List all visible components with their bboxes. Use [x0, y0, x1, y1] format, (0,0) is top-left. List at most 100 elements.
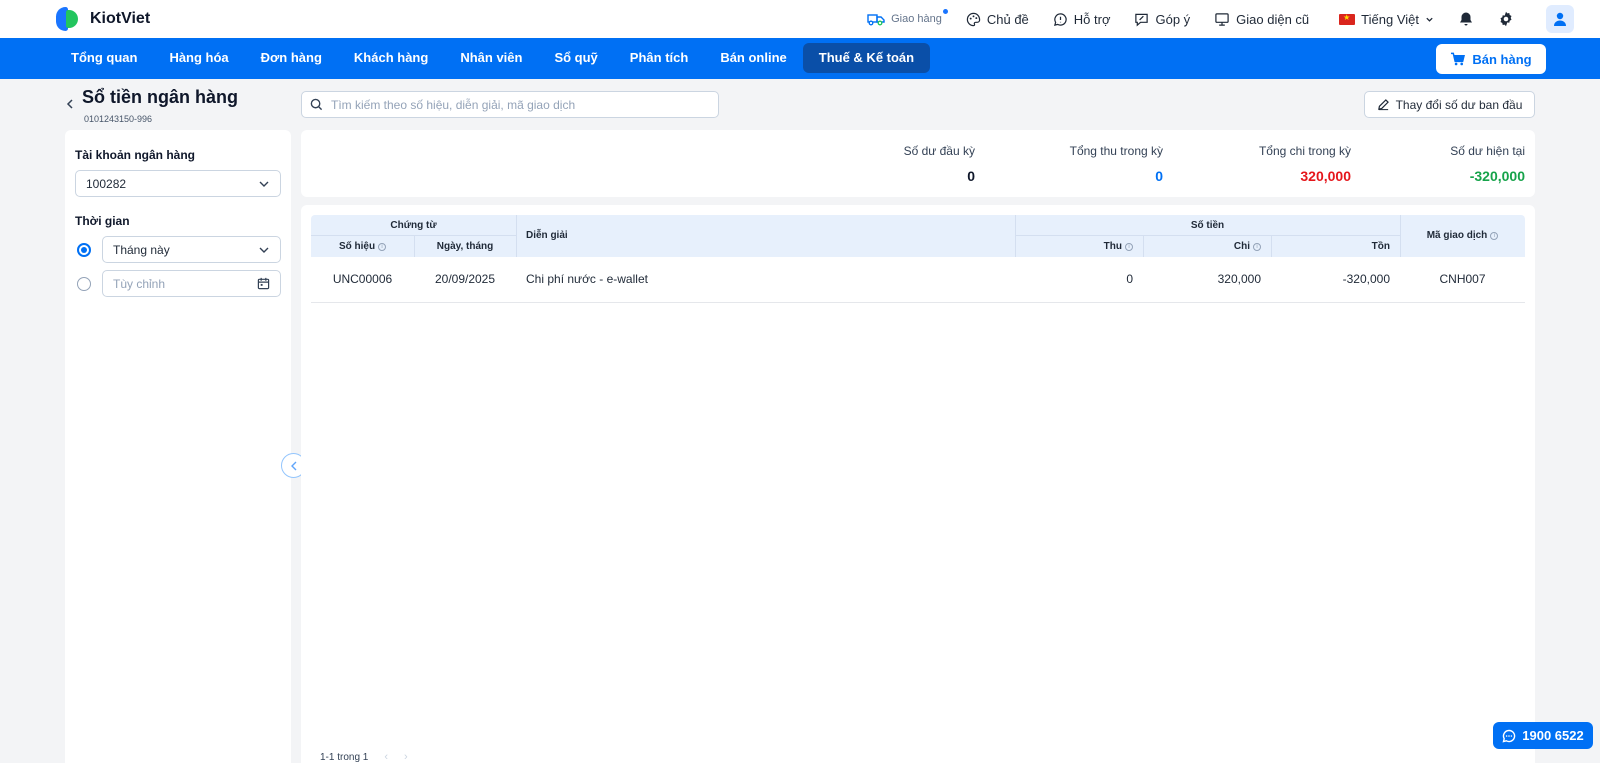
- chevron-down-icon: [1426, 17, 1433, 22]
- header-number[interactable]: Số hiệu i: [311, 241, 414, 252]
- bank-account-label: Tài khoản ngân hàng: [75, 148, 196, 162]
- sell-button[interactable]: Bán hàng: [1436, 44, 1546, 74]
- pencil-icon: [1377, 99, 1389, 111]
- notifications-button[interactable]: [1458, 11, 1474, 27]
- divider: [1015, 235, 1400, 236]
- chevron-left-icon: [66, 99, 73, 109]
- cell-income: 0: [1126, 272, 1133, 286]
- pagination-info: 1-1 trong 1: [320, 751, 369, 763]
- language-selector[interactable]: Tiếng Việt: [1339, 12, 1434, 27]
- search-input[interactable]: [331, 97, 711, 112]
- bank-account-value: 100282: [86, 176, 127, 191]
- page-title: Sổ tiền ngân hàng: [82, 87, 238, 107]
- vietnam-flag-icon: [1339, 13, 1356, 25]
- chat-bubble-icon: [1053, 12, 1067, 26]
- period-income-label: Tổng thu trong kỳ: [1069, 144, 1163, 158]
- feedback-link[interactable]: Góp ý: [1134, 12, 1190, 27]
- language-label: Tiếng Việt: [1361, 11, 1419, 27]
- bank-account-select[interactable]: 100282: [75, 170, 281, 197]
- cell-description: Chi phí nước - e-wallet: [526, 272, 648, 286]
- logo[interactable]: KiotViet: [54, 5, 150, 33]
- custom-time-radio[interactable]: [77, 277, 91, 291]
- support-link[interactable]: Hỗ trợ: [1053, 12, 1110, 27]
- monitor-icon: [1215, 12, 1229, 26]
- nav-cashbook[interactable]: Sổ quỹ: [538, 43, 613, 73]
- nav-analytics[interactable]: Phân tích: [614, 43, 705, 73]
- change-opening-balance-label: Thay đổi số dư ban đầu: [1395, 97, 1523, 112]
- logo-icon: [54, 5, 84, 33]
- settings-button[interactable]: [1498, 11, 1514, 27]
- gear-icon: [1500, 11, 1512, 27]
- period-expense: Tổng chi trong kỳ 320,000: [1259, 144, 1351, 184]
- current-balance-value: -320,000: [1469, 168, 1525, 184]
- pagination: 1-1 trong 1 ‹ ›: [320, 751, 408, 763]
- header-balance: Tồn: [1371, 241, 1390, 252]
- search-icon: [310, 98, 323, 111]
- custom-date-input[interactable]: Tùy chỉnh: [102, 270, 281, 297]
- feedback-icon: [1135, 13, 1149, 26]
- info-icon: i: [1253, 242, 1261, 251]
- divider: [311, 235, 516, 236]
- info-icon: i: [1125, 242, 1133, 251]
- summary-card: Số dư đầu kỳ 0 Tổng thu trong kỳ 0 Tổng …: [301, 130, 1535, 197]
- nav-tax-accounting[interactable]: Thuế & Kế toán: [802, 43, 931, 73]
- old-ui-link[interactable]: Giao diện cũ: [1214, 12, 1309, 27]
- main-nav: Tổng quan Hàng hóa Đơn hàng Khách hàng N…: [0, 38, 1600, 79]
- user-avatar[interactable]: [1546, 5, 1574, 33]
- header-income[interactable]: Thu i: [1015, 241, 1143, 252]
- prev-page-icon[interactable]: ‹: [384, 751, 388, 763]
- info-icon: i: [1490, 231, 1499, 240]
- bell-icon: [1460, 12, 1472, 26]
- chevron-left-icon: [290, 461, 296, 470]
- hotline-number: 1900 6522: [1522, 728, 1584, 743]
- nav-orders[interactable]: Đơn hàng: [245, 43, 338, 73]
- time-preset-value: Tháng này: [113, 242, 170, 257]
- period-income: Tổng thu trong kỳ 0: [1070, 144, 1163, 184]
- nav-employees[interactable]: Nhân viên: [444, 43, 538, 73]
- period-expense-value: 320,000: [1300, 168, 1351, 184]
- nav-customers[interactable]: Khách hàng: [338, 43, 444, 73]
- change-opening-balance-button[interactable]: Thay đổi số dư ban đầu: [1364, 91, 1535, 118]
- table-row[interactable]: UNC00006 20/09/2025 Chi phí nước - e-wal…: [311, 257, 1525, 303]
- delivery-link[interactable]: Giao hàng: [867, 9, 948, 26]
- hotline-button[interactable]: 1900 6522: [1493, 722, 1593, 749]
- delivery-truck-icon: [867, 14, 885, 26]
- nav-online-sales[interactable]: Bán online: [704, 43, 802, 73]
- old-ui-label: Giao diện cũ: [1236, 11, 1310, 27]
- page-subtitle: 0101243150-996: [84, 114, 153, 124]
- next-page-icon[interactable]: ›: [404, 751, 408, 763]
- nav-overview[interactable]: Tổng quan: [55, 43, 153, 73]
- info-icon: i: [378, 242, 387, 251]
- filter-sidebar: Tài khoản ngân hàng 100282 Thời gian Thá…: [65, 130, 291, 763]
- back-button[interactable]: [66, 96, 74, 112]
- cell-number: UNC00006: [332, 272, 393, 286]
- time-preset-radio[interactable]: [77, 243, 91, 257]
- feedback-label: Góp ý: [1155, 11, 1191, 27]
- nav-products[interactable]: Hàng hóa: [153, 43, 244, 73]
- current-balance: Số dư hiện tại -320,000: [1450, 144, 1525, 184]
- header-transaction-code[interactable]: Mã giao dịch i: [1400, 230, 1525, 241]
- top-bar: KiotViet Giao hàng Chủ đề Hỗ trợ Góp ý G…: [0, 0, 1600, 38]
- search-box[interactable]: [301, 91, 719, 118]
- chevron-down-icon: [259, 181, 269, 187]
- custom-date-placeholder: Tùy chỉnh: [113, 276, 166, 291]
- header-number-label: Số hiệu: [338, 241, 376, 252]
- sell-button-label: Bán hàng: [1472, 51, 1532, 67]
- calendar-icon: [257, 277, 270, 290]
- time-label: Thời gian: [75, 214, 130, 228]
- header-date: Ngày, tháng: [436, 241, 494, 252]
- period-expense-label: Tổng chi trong kỳ: [1258, 144, 1351, 158]
- header-expense[interactable]: Chi i: [1143, 241, 1271, 252]
- cart-icon: [1451, 52, 1466, 66]
- user-icon: [1554, 12, 1566, 26]
- logo-text: KiotViet: [90, 10, 151, 27]
- notification-dot: [942, 9, 948, 14]
- opening-balance-label: Số dư đầu kỳ: [903, 144, 975, 158]
- palette-icon: [966, 12, 981, 26]
- chevron-down-icon: [259, 247, 269, 253]
- theme-label: Chủ đề: [986, 11, 1029, 27]
- cell-date: 20/09/2025: [434, 272, 496, 286]
- theme-link[interactable]: Chủ đề: [966, 12, 1029, 27]
- ledger-table: Chứng từ Số hiệu i Ngày, tháng Diễn giải…: [301, 205, 1535, 763]
- time-preset-select[interactable]: Tháng này: [102, 236, 281, 263]
